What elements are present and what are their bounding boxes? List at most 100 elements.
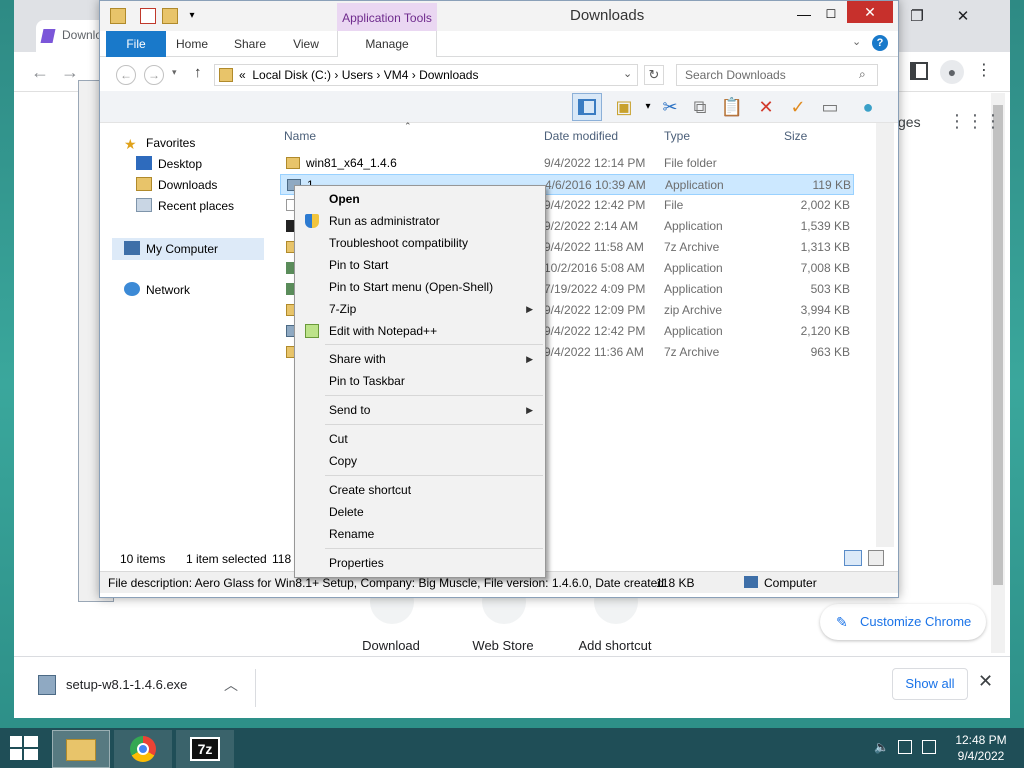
- back-arrow-icon[interactable]: ←: [28, 60, 52, 84]
- tab-manage[interactable]: Manage: [337, 31, 437, 57]
- menu-item-pin-to-start-menu[interactable]: Pin to Start menu (Open-Shell): [297, 276, 543, 298]
- search-input[interactable]: Search Downloads ⌕: [676, 64, 878, 86]
- google-apps-icon[interactable]: ⋮⋮⋮: [948, 112, 1002, 132]
- menu-item-delete[interactable]: Delete: [297, 501, 543, 523]
- taskbar-file-explorer[interactable]: [52, 730, 110, 768]
- refresh-icon[interactable]: ↻: [644, 65, 664, 85]
- nav-desktop[interactable]: Desktop: [136, 154, 202, 174]
- taskbar-7zip[interactable]: 7z: [176, 730, 234, 768]
- folder-options-dropdown-icon[interactable]: ▾: [636, 95, 660, 119]
- column-size-header[interactable]: Size: [784, 129, 807, 143]
- taskbar-chrome[interactable]: [114, 730, 172, 768]
- images-link[interactable]: ges: [898, 114, 921, 130]
- shell-icon[interactable]: ●: [856, 95, 880, 119]
- column-name-header[interactable]: Name: [284, 129, 316, 143]
- breadcrumb-local-disk[interactable]: Local Disk (C:): [252, 68, 331, 82]
- close-icon[interactable]: ✕: [978, 671, 993, 692]
- customize-quick-access-icon[interactable]: ▾: [184, 8, 200, 24]
- tab-home[interactable]: Home: [168, 31, 216, 57]
- menu-item-open[interactable]: Open: [297, 188, 543, 210]
- chrome-menu-icon[interactable]: ⋮: [976, 60, 992, 84]
- nav-network[interactable]: Network: [124, 280, 190, 300]
- up-arrow-icon[interactable]: ↑: [194, 64, 202, 81]
- menu-item-copy[interactable]: Copy: [297, 450, 543, 472]
- start-windows-icon[interactable]: [10, 736, 38, 760]
- large-icons-view-icon[interactable]: [868, 550, 884, 566]
- delete-icon[interactable]: ✕: [754, 95, 778, 119]
- menu-item-cut[interactable]: Cut: [297, 428, 543, 450]
- address-dropdown-icon[interactable]: ⌄: [623, 67, 632, 80]
- chrome-maximize-button[interactable]: ❐: [894, 0, 940, 34]
- profile-avatar-icon[interactable]: ●: [940, 60, 964, 84]
- shortcut-download-label[interactable]: Download: [336, 638, 446, 653]
- menu-item-rename[interactable]: Rename: [297, 523, 543, 545]
- breadcrumb-users[interactable]: Users: [342, 68, 373, 82]
- action-center-icon[interactable]: [922, 740, 936, 754]
- file-list-scrollbar[interactable]: [876, 123, 894, 569]
- help-icon[interactable]: ?: [872, 35, 888, 51]
- checkmark-icon[interactable]: ✓: [786, 95, 810, 119]
- column-type-header[interactable]: Type: [664, 129, 690, 143]
- breadcrumb-vm4[interactable]: VM4: [384, 68, 409, 82]
- tab-share[interactable]: Share: [226, 31, 274, 57]
- folder-icon: [286, 157, 300, 169]
- copy-icon[interactable]: ⧉: [688, 95, 712, 119]
- menu-item-run-as-administrator[interactable]: Run as administrator: [297, 210, 543, 232]
- chevron-up-icon[interactable]: ︿: [224, 675, 238, 695]
- side-panel-icon[interactable]: [910, 62, 928, 80]
- recent-locations-icon[interactable]: ▾: [172, 67, 177, 78]
- explorer-titlebar[interactable]: ▾: [100, 1, 898, 31]
- menu-item-send-to[interactable]: Send to ▶: [297, 399, 543, 421]
- new-folder-icon[interactable]: [162, 8, 178, 24]
- menu-item-properties[interactable]: Properties: [297, 552, 543, 574]
- star-icon: ★: [124, 136, 137, 152]
- nav-favorites[interactable]: ★ Favorites: [124, 133, 195, 153]
- menu-item-share-with[interactable]: Share with ▶: [297, 348, 543, 370]
- ribbon-tabs: File Home Share View Manage ⌄ ?: [100, 31, 898, 57]
- cut-icon[interactable]: ✂: [658, 95, 682, 119]
- address-bar[interactable]: « Local Disk (C:) › Users › VM4 › Downlo…: [214, 64, 638, 86]
- menu-item-edit-with-notepadpp[interactable]: Edit with Notepad++: [297, 320, 543, 342]
- download-filename: setup-w8.1-1.4.6.exe: [66, 677, 188, 692]
- nav-recent-places[interactable]: Recent places: [136, 196, 234, 216]
- volume-muted-icon[interactable]: 🔈: [874, 740, 889, 754]
- back-arrow-icon[interactable]: ←: [116, 65, 136, 85]
- breadcrumb-overflow[interactable]: «: [239, 68, 246, 82]
- folder-options-icon[interactable]: ▣: [612, 95, 636, 119]
- download-item[interactable]: setup-w8.1-1.4.6.exe ︿: [36, 669, 256, 707]
- menu-pin-start-menu-label: Pin to Start menu (Open-Shell): [329, 280, 494, 294]
- file-size: 1,313 KB: [800, 240, 850, 254]
- breadcrumb-downloads[interactable]: Downloads: [419, 68, 478, 82]
- menu-item-pin-to-start[interactable]: Pin to Start: [297, 254, 543, 276]
- customize-chrome-button[interactable]: ✎ Customize Chrome: [820, 604, 986, 640]
- details-view-icon[interactable]: [844, 550, 862, 566]
- tab-file[interactable]: File: [106, 31, 166, 57]
- shortcut-web-store-label[interactable]: Web Store: [448, 638, 558, 653]
- menu-item-troubleshoot-compatibility[interactable]: Troubleshoot compatibility: [297, 232, 543, 254]
- desktop-icon: [136, 156, 152, 170]
- menu-run-admin-label: Run as administrator: [329, 214, 440, 228]
- forward-arrow-icon[interactable]: →: [144, 65, 164, 85]
- shortcut-add-label[interactable]: Add shortcut: [560, 638, 670, 653]
- properties-icon[interactable]: [140, 8, 156, 24]
- file-size: 963 KB: [810, 345, 850, 359]
- chrome-scrollbar[interactable]: [991, 93, 1005, 653]
- network-tray-icon[interactable]: [898, 740, 912, 754]
- chrome-close-button[interactable]: ✕: [940, 0, 986, 34]
- menu-item-pin-to-taskbar[interactable]: Pin to Taskbar: [297, 370, 543, 392]
- show-all-button[interactable]: Show all: [892, 668, 968, 700]
- preview-pane-icon[interactable]: [572, 93, 602, 121]
- column-date-header[interactable]: Date modified: [544, 129, 618, 143]
- ribbon-expand-icon[interactable]: ⌄: [852, 35, 866, 51]
- nav-my-computer[interactable]: My Computer: [112, 238, 264, 260]
- nav-downloads[interactable]: Downloads: [136, 175, 217, 195]
- menu-item-create-shortcut[interactable]: Create shortcut: [297, 479, 543, 501]
- tab-view[interactable]: View: [282, 31, 330, 57]
- close-button[interactable]: ✕: [847, 1, 893, 23]
- paste-icon[interactable]: 📋: [720, 95, 744, 119]
- maximize-button[interactable]: ☐: [816, 3, 846, 25]
- menu-item-7zip[interactable]: 7-Zip ▶: [297, 298, 543, 320]
- file-row[interactable]: win81_x64_1.4.6 9/4/2022 12:14 PM File f…: [280, 153, 854, 174]
- rename-icon[interactable]: ▭: [818, 95, 842, 119]
- system-clock[interactable]: 12:48 PM 9/4/2022: [946, 732, 1016, 764]
